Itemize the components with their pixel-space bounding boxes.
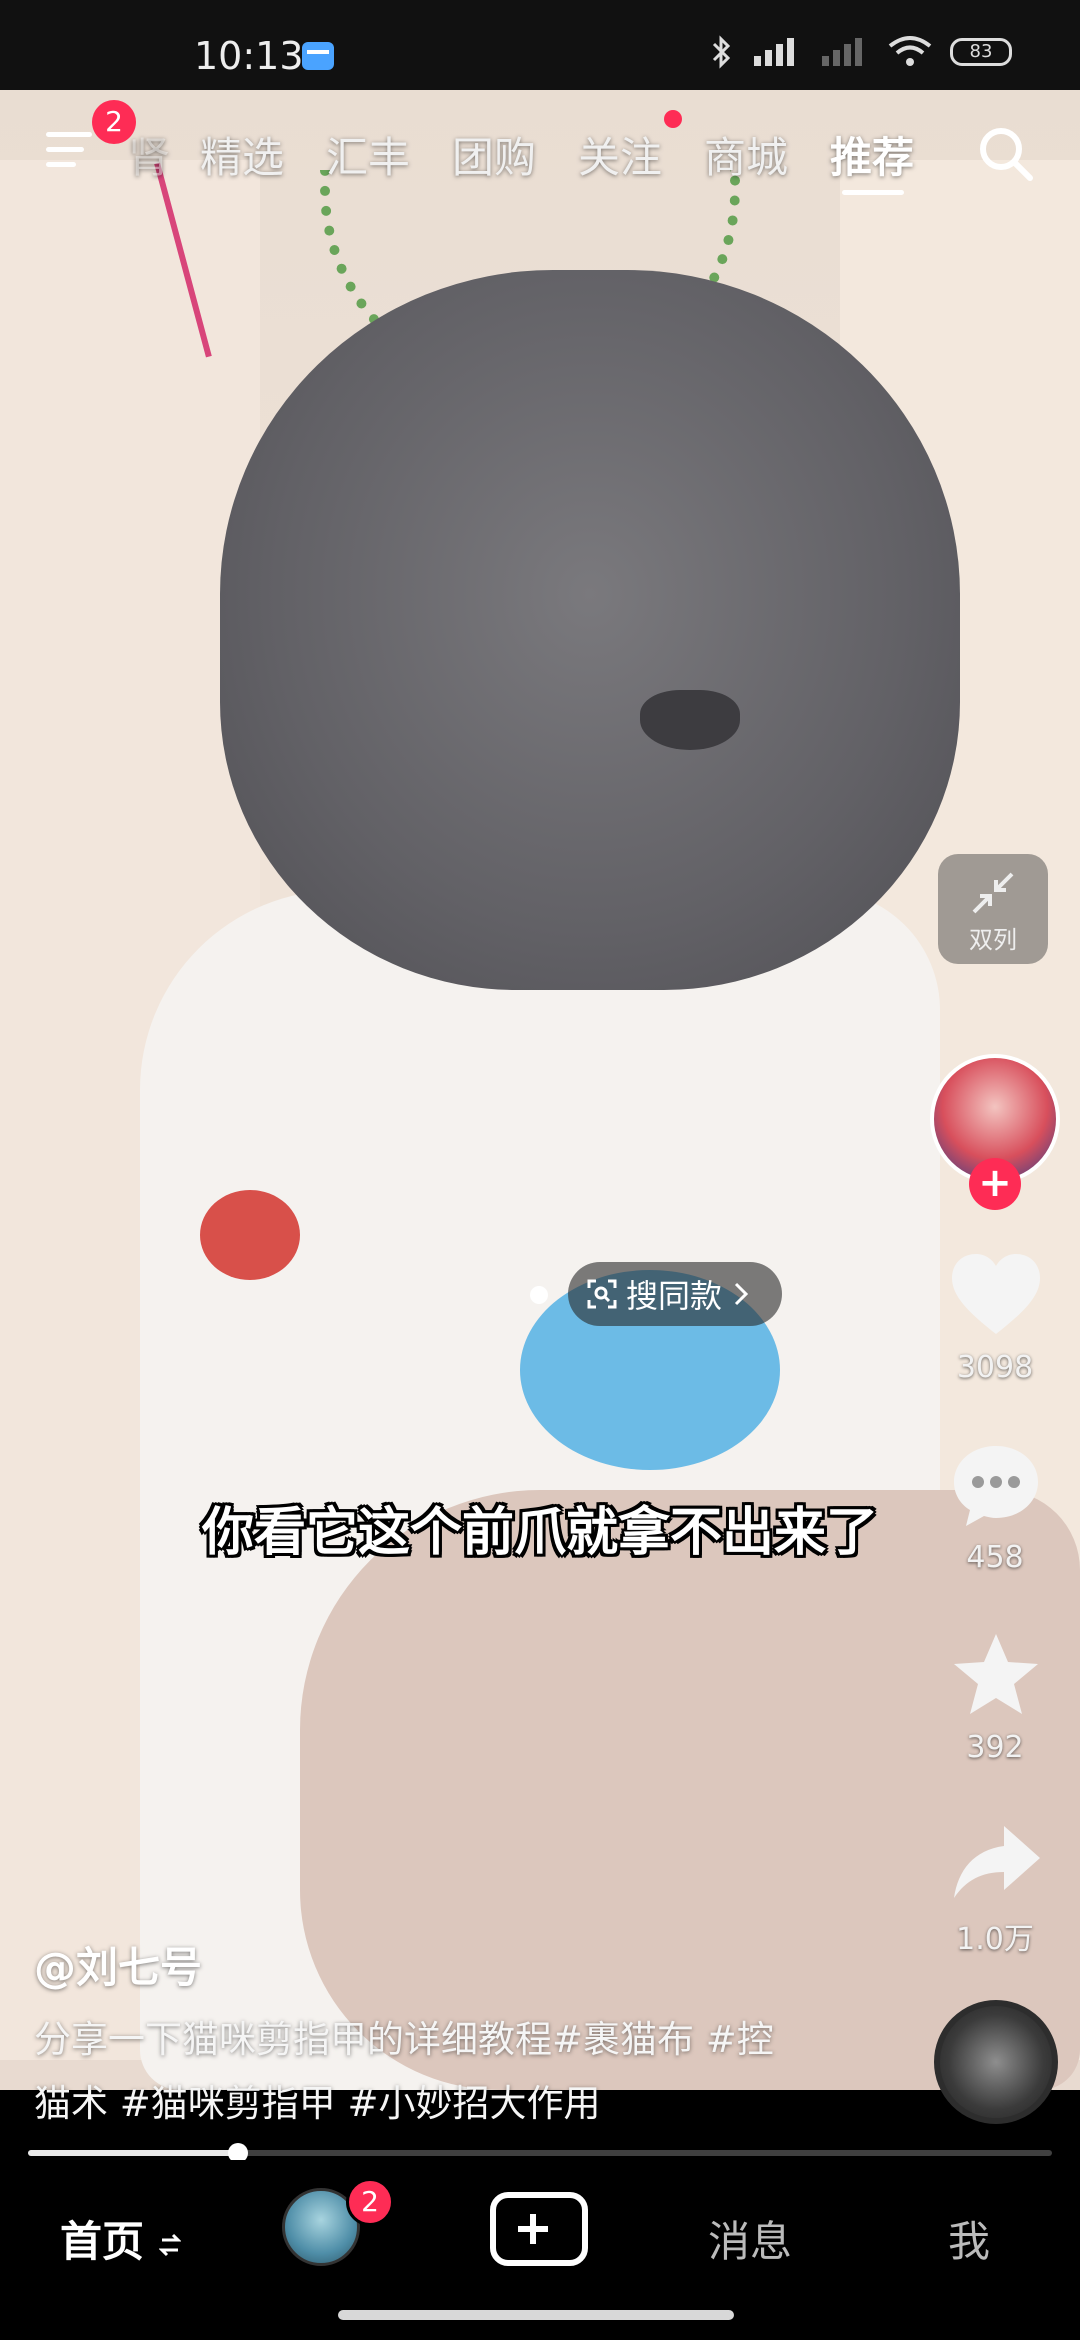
hd-signal-icon (754, 38, 794, 66)
caption-line-2: 猫术 #猫咪剪指甲 #小妙招大作用 (34, 2082, 601, 2125)
status-bar: 10:13 83 (0, 0, 1080, 90)
tab-following[interactable]: 关注 (578, 124, 662, 185)
bluetooth-icon (712, 35, 731, 69)
tab-mall[interactable]: 商城 (704, 124, 788, 185)
battery-icon: 83 (950, 38, 1012, 66)
search-icon[interactable] (976, 124, 1036, 184)
tab-recommend[interactable]: 推荐 (830, 124, 914, 185)
scan-icon (587, 1279, 617, 1309)
following-dot (664, 110, 682, 128)
top-nav: 2 肾 精选 汇丰 团购 关注 商城 推荐 (0, 100, 1080, 200)
collapse-arrows-icon (972, 872, 1014, 914)
progress-bar[interactable] (28, 2143, 1052, 2163)
tab-featured[interactable]: 精选 (200, 124, 284, 185)
app-notification-icon (302, 42, 334, 70)
video-caption[interactable]: 分享一下猫咪剪指甲的详细教程#裹猫布 #控 猫术 #猫咪剪指甲 #小妙招大作用 (34, 2008, 864, 2136)
product-anchor-dot (530, 1286, 548, 1304)
swap-arrows-icon (158, 2233, 182, 2256)
video-player[interactable] (0, 90, 1080, 2090)
tab-group-buy[interactable]: 团购 (452, 124, 536, 185)
caption-line-1: 分享一下猫咪剪指甲的详细教程#裹猫布 #控 (34, 2018, 774, 2061)
wifi-icon (888, 36, 932, 66)
search-same-button[interactable]: 搜同款 (568, 1262, 782, 1326)
chevron-right-icon (734, 1282, 749, 1306)
comment-icon[interactable] (948, 1440, 1044, 1530)
author-name[interactable]: @刘七号 (34, 1934, 202, 1995)
comment-count: 458 (966, 1540, 1024, 1575)
nav-me[interactable]: 我 (948, 2208, 990, 2269)
like-heart-icon[interactable] (948, 1250, 1044, 1340)
tab-huifeng[interactable]: 汇丰 (326, 124, 410, 185)
nav-friends-badge: 2 (346, 2178, 394, 2226)
cat-nose (640, 690, 740, 750)
like-count: 3098 (956, 1350, 1034, 1385)
video-subtitle: 你看它这个前爪就拿不出来了 (201, 1503, 878, 1563)
status-time: 10:13 (194, 34, 304, 78)
favorite-star-icon[interactable] (948, 1630, 1044, 1720)
search-same-label: 搜同款 (626, 1277, 723, 1315)
nav-home-label: 首页 (60, 2217, 145, 2266)
favorite-count: 392 (966, 1730, 1024, 1765)
home-indicator[interactable] (338, 2310, 734, 2320)
nav-home[interactable]: 首页 (60, 2208, 182, 2269)
cat-head (220, 270, 960, 990)
cloth-pattern-red (200, 1190, 300, 1280)
no-signal-icon (822, 38, 862, 66)
progress-fill (28, 2150, 238, 2156)
hand (300, 1490, 1080, 2090)
share-arrow-icon[interactable] (948, 1818, 1044, 1908)
dual-column-label: 双列 (969, 926, 1017, 954)
active-tab-underline (842, 190, 904, 195)
tab-partial[interactable]: 肾 (128, 124, 170, 185)
nav-messages[interactable]: 消息 (708, 2208, 792, 2269)
music-disc[interactable] (934, 2000, 1058, 2124)
follow-plus-button[interactable]: + (969, 1158, 1021, 1210)
create-button[interactable] (490, 2192, 588, 2266)
share-count: 1.0万 (956, 1922, 1034, 1957)
menu-icon[interactable] (46, 130, 92, 170)
status-icons: 83 (710, 34, 1012, 70)
dual-column-button[interactable]: 双列 (938, 854, 1048, 964)
